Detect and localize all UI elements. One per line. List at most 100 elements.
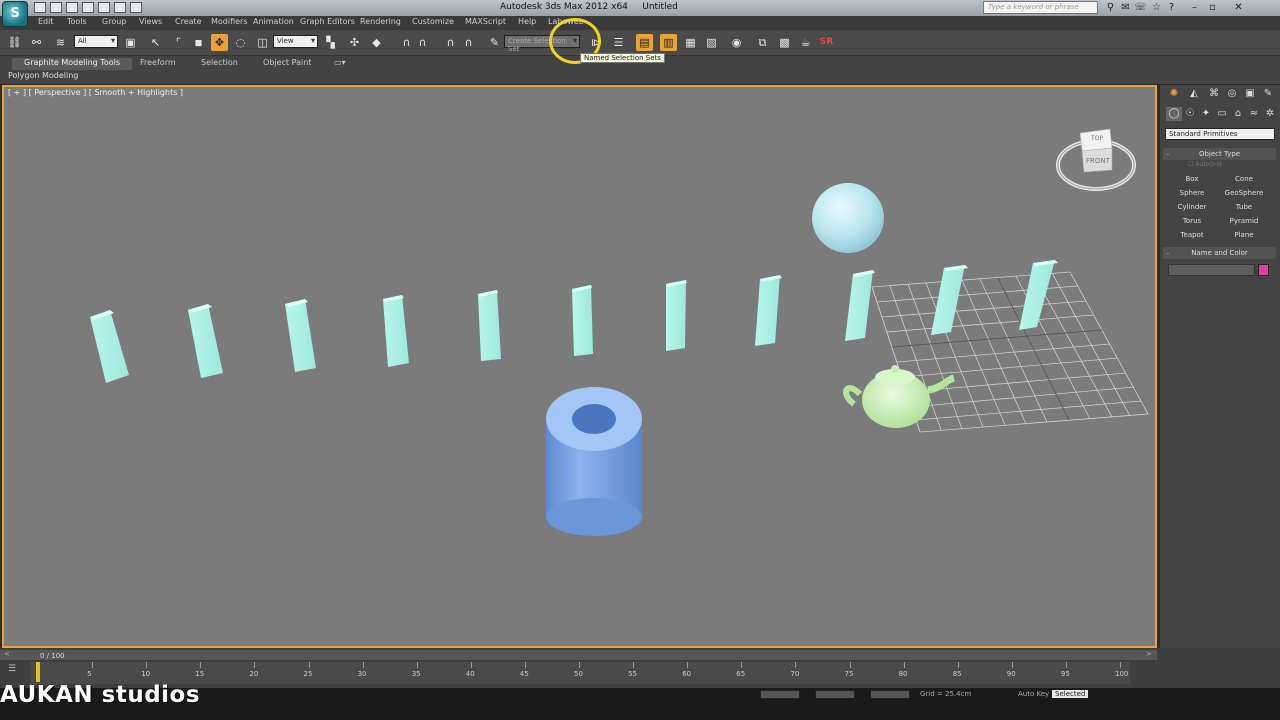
menu-graph-editors[interactable]: Graph Editors <box>300 17 355 26</box>
spinner-snap-icon[interactable]: ∩ <box>460 34 477 51</box>
menu-maxscript[interactable]: MAXScript <box>465 17 506 26</box>
subscription-icon[interactable]: ✉ <box>1119 1 1132 14</box>
primitive-category-dropdown[interactable]: Standard Primitives <box>1165 128 1275 140</box>
save-file-icon[interactable] <box>66 2 78 13</box>
perspective-viewport[interactable]: TOP FRONT [ + ] [ Perspective ] [ Smooth… <box>2 85 1157 648</box>
torus-button[interactable]: Torus <box>1167 215 1217 227</box>
close-icon[interactable]: ✕ <box>1232 1 1245 14</box>
reference-coordinate-dropdown[interactable]: View <box>273 35 318 48</box>
pivot-center-icon[interactable]: ▚ <box>322 34 339 51</box>
viewcube-front-label[interactable]: FRONT <box>1086 157 1111 165</box>
shapes-icon[interactable]: ☉ <box>1182 107 1198 121</box>
favorites-star-icon[interactable]: ☆ <box>1150 1 1163 14</box>
material-editor-icon[interactable]: ◉ <box>728 34 745 51</box>
menu-tools[interactable]: Tools <box>67 17 87 26</box>
redo-icon[interactable] <box>98 2 110 13</box>
box-object[interactable] <box>188 304 223 378</box>
systems-icon[interactable]: ✲ <box>1262 107 1278 121</box>
select-object-icon[interactable]: ▣ <box>122 34 139 51</box>
sphere-object[interactable] <box>812 183 884 253</box>
object-type-rollout[interactable]: Object Type <box>1163 148 1276 160</box>
viewport-label[interactable]: [ + ] [ Perspective ] [ Smooth + Highlig… <box>8 88 183 97</box>
layer-manager-icon[interactable]: ▤ <box>636 34 653 51</box>
modify-tab-icon[interactable]: ◭ <box>1186 87 1202 101</box>
menu-help[interactable]: Help <box>518 17 536 26</box>
object-color-swatch[interactable] <box>1258 264 1269 276</box>
motion-tab-icon[interactable]: ◎ <box>1224 87 1240 101</box>
maximize-icon[interactable]: ▫ <box>1206 1 1219 14</box>
box-object[interactable] <box>383 295 409 367</box>
polygon-modeling-panel[interactable]: Polygon Modeling <box>8 71 78 80</box>
create-tab-icon[interactable]: ✺ <box>1166 87 1182 101</box>
teapot-button[interactable]: Teapot <box>1167 229 1217 241</box>
geometry-icon[interactable]: ◯ <box>1166 107 1182 121</box>
rendered-frame-window-icon[interactable]: ▩ <box>776 34 793 51</box>
communication-icon[interactable]: ☏ <box>1134 1 1147 14</box>
cylinder-button[interactable]: Cylinder <box>1167 201 1217 213</box>
z-coord-field[interactable] <box>870 690 910 699</box>
tube-object[interactable] <box>546 387 642 536</box>
box-object[interactable] <box>90 310 129 383</box>
snaps-toggle-icon[interactable]: ∩ <box>398 34 415 51</box>
sphere-button[interactable]: Sphere <box>1167 187 1217 199</box>
tab-graphite-modeling-tools[interactable]: Graphite Modeling Tools <box>12 58 133 70</box>
new-file-icon[interactable] <box>34 2 46 13</box>
box-object[interactable] <box>755 275 782 346</box>
menu-create[interactable]: Create <box>175 17 202 26</box>
menu-modifiers[interactable]: Modifiers <box>211 17 248 26</box>
pyramid-button[interactable]: Pyramid <box>1219 215 1269 227</box>
app-logo-icon[interactable]: S <box>2 1 28 27</box>
sr-button[interactable]: SR <box>818 34 835 51</box>
x-coord-field[interactable] <box>760 690 800 699</box>
tab-selection[interactable]: Selection <box>195 58 244 70</box>
unlink-selection-icon[interactable]: ⚯ <box>28 34 45 51</box>
object-name-input[interactable] <box>1168 264 1255 276</box>
menu-edit[interactable]: Edit <box>38 17 54 26</box>
align-icon[interactable]: ☰ <box>610 34 627 51</box>
menu-animation[interactable]: Animation <box>253 17 294 26</box>
help-icon[interactable]: ? <box>1165 1 1178 14</box>
time-slider[interactable]: < 0 / 100 > <box>0 650 1157 660</box>
tab-freeform[interactable]: Freeform <box>134 58 182 70</box>
graphite-toggle-icon[interactable]: ▥ <box>660 34 677 51</box>
playhead[interactable] <box>36 662 40 682</box>
select-and-move-icon[interactable]: ✥ <box>211 34 228 51</box>
slider-prev-icon[interactable]: < <box>4 650 10 658</box>
autogrid-checkbox[interactable]: ☐ AutoGrid <box>1188 161 1222 168</box>
project-folder-icon[interactable] <box>114 2 126 13</box>
lights-icon[interactable]: ✦ <box>1198 107 1214 121</box>
window-crossing-icon[interactable]: ◾ <box>190 34 207 51</box>
undo-icon[interactable] <box>82 2 94 13</box>
binoculars-icon[interactable]: ⚲ <box>1104 1 1117 14</box>
space-warps-icon[interactable]: ≈ <box>1246 107 1262 121</box>
tube-button[interactable]: Tube <box>1219 201 1269 213</box>
render-setup-icon[interactable]: ⧉ <box>754 34 771 51</box>
menu-views[interactable]: Views <box>139 17 162 26</box>
rectangular-selection-icon[interactable]: ⌜ <box>170 34 187 51</box>
curve-editor-icon[interactable]: ▦ <box>682 34 699 51</box>
viewcube-top-label[interactable]: TOP <box>1090 135 1103 142</box>
display-tab-icon[interactable]: ▣ <box>1242 87 1258 101</box>
menu-customize[interactable]: Customize <box>412 17 454 26</box>
auto-key-button[interactable]: Auto Key <box>1018 690 1049 698</box>
select-and-link-icon[interactable]: ⛓ <box>6 34 23 51</box>
edit-named-selection-icon[interactable]: ✎ <box>486 34 503 51</box>
box-object[interactable] <box>845 270 875 341</box>
box-button[interactable]: Box <box>1167 173 1217 185</box>
geosphere-button[interactable]: GeoSphere <box>1219 187 1269 199</box>
plane-button[interactable]: Plane <box>1219 229 1269 241</box>
search-input[interactable]: Type a keyword or phrase <box>983 1 1098 14</box>
select-manipulate-icon[interactable]: ✣ <box>346 34 363 51</box>
select-and-rotate-icon[interactable]: ◌ <box>232 34 249 51</box>
viewcube[interactable]: TOP FRONT <box>1056 128 1136 191</box>
selection-filter-dropdown[interactable]: All <box>74 35 118 48</box>
bind-space-warp-icon[interactable]: ≋ <box>52 34 69 51</box>
angle-snap-icon[interactable]: ∩ <box>414 34 431 51</box>
render-production-icon[interactable]: ☕ <box>797 34 814 51</box>
box-object[interactable] <box>666 280 687 351</box>
select-and-scale-icon[interactable]: ◫ <box>254 34 271 51</box>
tab-object-paint[interactable]: Object Paint <box>257 58 317 70</box>
schematic-view-icon[interactable]: ▧ <box>703 34 720 51</box>
helpers-icon[interactable]: ⌂ <box>1230 107 1246 121</box>
hierarchy-tab-icon[interactable]: ⌘ <box>1206 87 1222 101</box>
